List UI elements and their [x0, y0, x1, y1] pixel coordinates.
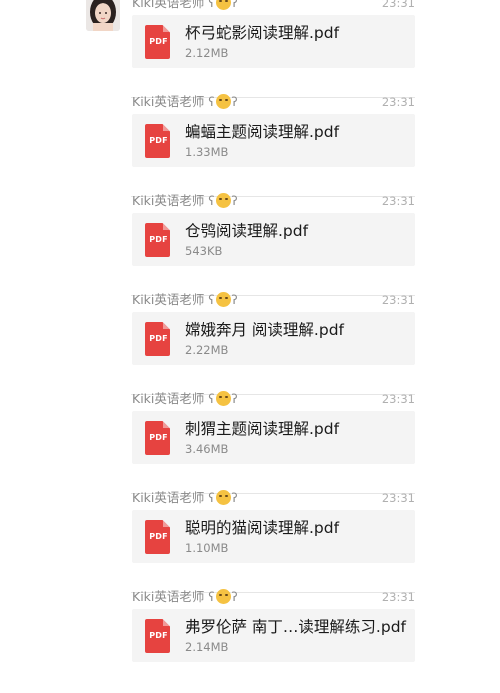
sender-decoration-icon: ʕ: [208, 590, 215, 604]
message-time: 23:31: [381, 95, 415, 109]
message-time: 23:31: [381, 392, 415, 406]
sender-decoration-icon: ʕ: [208, 0, 215, 10]
sender-name-row: Kiki英语老师 ʕ ʔ: [132, 489, 238, 507]
sender-name-row: Kiki英语老师 ʕ ʔ: [132, 291, 238, 309]
file-card[interactable]: PDF 杯弓蛇影阅读理解.pdf 2.12MB: [132, 15, 415, 68]
file-name: 嫦娥奔月 阅读理解.pdf: [185, 321, 344, 339]
pdf-badge-label: PDF: [149, 235, 168, 244]
smiley-emoji-icon: [215, 0, 231, 10]
chat-message-list[interactable]: Kiki英语老师 ʕ ʔ 23:31 PDF 杯弓蛇影阅读理解.pdf 2.12M…: [0, 0, 500, 667]
sender-name-row: Kiki英语老师 ʕ ʔ: [132, 588, 238, 606]
smiley-emoji-icon: [215, 292, 231, 307]
sender-decoration-icon: ʔ: [231, 0, 238, 10]
file-message: Kiki英语老师 ʕ ʔ 23:31 PDF 仓鸮阅读理解.pdf 543KB: [0, 193, 500, 297]
sender-decoration-icon: ʔ: [231, 590, 238, 604]
file-card[interactable]: PDF 刺猬主题阅读理解.pdf 3.46MB: [132, 411, 415, 464]
file-size: 2.14MB: [185, 640, 229, 654]
sender-decoration-icon: ʕ: [208, 95, 215, 109]
sender-name: Kiki英语老师: [132, 292, 205, 307]
file-card[interactable]: PDF 弗罗伦萨 南丁…读理解练习.pdf 2.14MB: [132, 609, 415, 662]
smiley-emoji-icon: [215, 193, 231, 208]
smiley-emoji-icon: [215, 490, 231, 505]
file-name: 弗罗伦萨 南丁…读理解练习.pdf: [185, 618, 406, 636]
sender-name: Kiki英语老师: [132, 391, 205, 406]
file-name: 仓鸮阅读理解.pdf: [185, 222, 309, 240]
sender-decoration-icon: ʕ: [208, 194, 215, 208]
file-size: 543KB: [185, 244, 223, 258]
smiley-emoji-icon: [215, 589, 231, 604]
sender-name-row: Kiki英语老师 ʕ ʔ: [132, 192, 238, 210]
file-message: Kiki英语老师 ʕ ʔ 23:31 PDF 刺猬主题阅读理解.pdf 3.46M…: [0, 391, 500, 495]
sender-decoration-icon: ʔ: [231, 194, 238, 208]
file-size: 3.46MB: [185, 442, 229, 456]
sender-decoration-icon: ʔ: [231, 95, 238, 109]
file-card[interactable]: PDF 聪明的猫阅读理解.pdf 1.10MB: [132, 510, 415, 563]
file-card[interactable]: PDF 仓鸮阅读理解.pdf 543KB: [132, 213, 415, 266]
sender-name: Kiki英语老师: [132, 589, 205, 604]
pdf-badge-label: PDF: [149, 334, 168, 343]
message-time: 23:31: [381, 194, 415, 208]
sender-decoration-icon: ʔ: [231, 293, 238, 307]
sender-name-row: Kiki英语老师 ʕ ʔ: [132, 0, 238, 12]
smiley-emoji-icon: [215, 94, 231, 109]
sender-decoration-icon: ʔ: [231, 392, 238, 406]
sender-name-row: Kiki英语老师 ʕ ʔ: [132, 93, 238, 111]
file-size: 2.12MB: [185, 46, 229, 60]
sender-decoration-icon: ʕ: [208, 491, 215, 505]
file-message: Kiki英语老师 ʕ ʔ 23:31 PDF 弗罗伦萨 南丁…读理解练习.pdf …: [0, 589, 500, 693]
file-name: 聪明的猫阅读理解.pdf: [185, 519, 340, 537]
file-name: 刺猬主题阅读理解.pdf: [185, 420, 340, 438]
sender-name: Kiki英语老师: [132, 0, 205, 10]
message-time: 23:31: [381, 293, 415, 307]
sender-name: Kiki英语老师: [132, 94, 205, 109]
pdf-badge-label: PDF: [149, 37, 168, 46]
pdf-badge-label: PDF: [149, 532, 168, 541]
file-message: Kiki英语老师 ʕ ʔ 23:31 PDF 杯弓蛇影阅读理解.pdf 2.12M…: [0, 0, 500, 99]
file-size: 2.22MB: [185, 343, 229, 357]
file-size: 1.33MB: [185, 145, 229, 159]
pdf-badge-label: PDF: [149, 433, 168, 442]
file-name: 杯弓蛇影阅读理解.pdf: [185, 24, 340, 42]
sender-name: Kiki英语老师: [132, 490, 205, 505]
message-time: 23:31: [381, 590, 415, 604]
sender-decoration-icon: ʕ: [208, 293, 215, 307]
file-card[interactable]: PDF 嫦娥奔月 阅读理解.pdf 2.22MB: [132, 312, 415, 365]
pdf-badge-label: PDF: [149, 136, 168, 145]
file-message: Kiki英语老师 ʕ ʔ 23:31 PDF 嫦娥奔月 阅读理解.pdf 2.22…: [0, 292, 500, 396]
file-name: 蝙蝠主题阅读理解.pdf: [185, 123, 340, 141]
sender-decoration-icon: ʔ: [231, 491, 238, 505]
sender-name: Kiki英语老师: [132, 193, 205, 208]
smiley-emoji-icon: [215, 391, 231, 406]
pdf-badge-label: PDF: [149, 631, 168, 640]
sender-name-row: Kiki英语老师 ʕ ʔ: [132, 390, 238, 408]
file-message: Kiki英语老师 ʕ ʔ 23:31 PDF 聪明的猫阅读理解.pdf 1.10M…: [0, 490, 500, 594]
message-time: 23:31: [381, 0, 415, 10]
file-card[interactable]: PDF 蝙蝠主题阅读理解.pdf 1.33MB: [132, 114, 415, 167]
file-size: 1.10MB: [185, 541, 229, 555]
sender-decoration-icon: ʕ: [208, 392, 215, 406]
file-message: Kiki英语老师 ʕ ʔ 23:31 PDF 蝙蝠主题阅读理解.pdf 1.33M…: [0, 94, 500, 198]
message-time: 23:31: [381, 491, 415, 505]
